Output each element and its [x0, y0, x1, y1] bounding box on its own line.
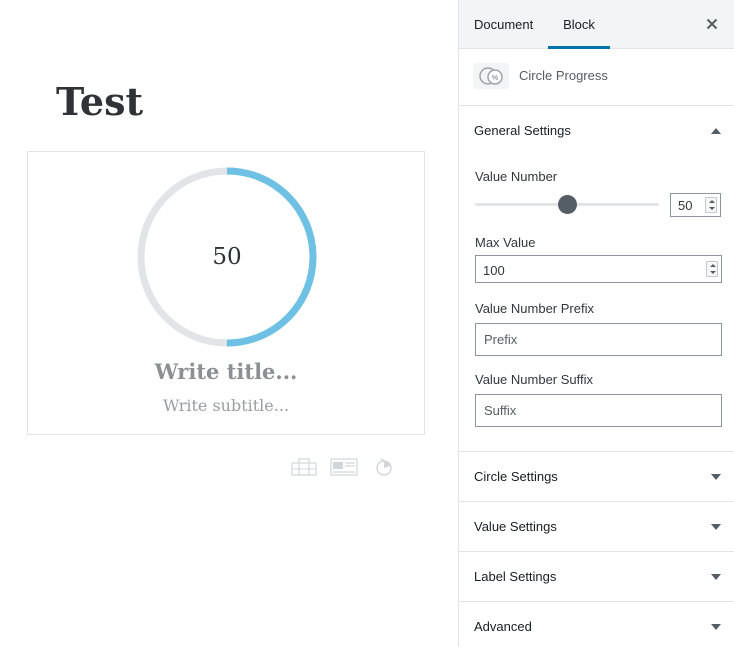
panel-circle-settings-toggle[interactable]: Circle Settings [459, 452, 734, 501]
panel-circle-settings: Circle Settings [459, 452, 734, 502]
chevron-up-icon [710, 106, 722, 155]
editor-canvas: Test 50 Write title... Write subtitle... [0, 0, 458, 647]
alignment-icon[interactable] [290, 455, 318, 479]
block-card: % Circle Progress [459, 49, 734, 106]
close-icon [706, 18, 718, 30]
panel-title: Label Settings [474, 569, 557, 584]
circle-title-placeholder[interactable]: Write title... [28, 359, 424, 384]
max-value-value: 100 [483, 263, 505, 278]
panel-general-settings-body: Value Number 50 Max Value 100 Value Numb… [459, 155, 734, 451]
panel-title: Value Settings [474, 519, 557, 534]
panel-label-settings: Label Settings [459, 552, 734, 602]
chevron-down-icon [710, 502, 722, 551]
panel-label-settings-toggle[interactable]: Label Settings [459, 552, 734, 601]
max-value-label: Max Value [475, 235, 536, 250]
block-card-title: Circle Progress [519, 68, 608, 83]
settings-sidebar: Document Block % Circle Progress General… [458, 0, 734, 647]
panel-advanced: Advanced [459, 602, 734, 647]
chevron-down-icon [710, 602, 722, 647]
circle-value: 50 [212, 244, 242, 270]
block-inserter-tools [290, 455, 400, 479]
timer-icon[interactable] [370, 455, 398, 479]
spinner-icon[interactable] [706, 261, 718, 277]
tab-document[interactable]: Document [474, 0, 533, 49]
value-number-input[interactable]: 50 [670, 193, 721, 217]
suffix-label: Value Number Suffix [475, 372, 594, 387]
chevron-down-icon [710, 552, 722, 601]
panel-title: Circle Settings [474, 469, 558, 484]
post-title[interactable]: Test [56, 78, 143, 126]
panel-value-settings: Value Settings [459, 502, 734, 552]
panel-general-settings-toggle[interactable]: General Settings [459, 106, 734, 155]
panel-title: General Settings [474, 123, 571, 138]
max-value-input[interactable]: 100 [475, 255, 722, 283]
close-sidebar-button[interactable] [698, 10, 726, 38]
prefix-input[interactable] [475, 323, 722, 356]
circle-progress-block[interactable]: 50 Write title... Write subtitle... [27, 151, 425, 435]
media-text-icon[interactable] [330, 455, 358, 479]
tab-block[interactable]: Block [548, 0, 610, 49]
panel-advanced-toggle[interactable]: Advanced [459, 602, 734, 647]
value-number-label: Value Number [475, 169, 558, 184]
prefix-label: Value Number Prefix [475, 301, 594, 316]
chevron-down-icon [710, 452, 722, 501]
circle-progress-icon: % [473, 63, 509, 89]
panel-general-settings: General Settings Value Number 50 Max Val… [459, 106, 734, 452]
value-number-value: 50 [678, 198, 693, 213]
circle-progress: 50 [136, 166, 318, 348]
suffix-input[interactable] [475, 394, 722, 427]
circle-subtitle-placeholder[interactable]: Write subtitle... [28, 396, 424, 415]
svg-text:%: % [492, 75, 498, 82]
value-number-slider-thumb[interactable] [557, 195, 577, 214]
sidebar-header: Document Block [459, 0, 734, 49]
panel-value-settings-toggle[interactable]: Value Settings [459, 502, 734, 551]
spinner-icon[interactable] [705, 197, 717, 213]
panel-title: Advanced [474, 619, 532, 634]
